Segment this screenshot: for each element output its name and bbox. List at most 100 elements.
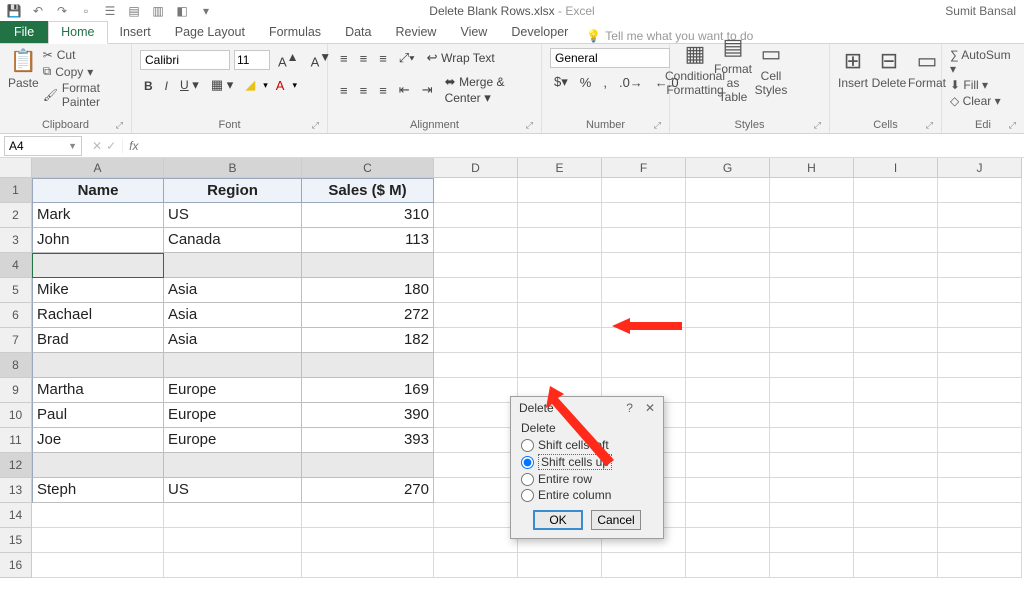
cell[interactable]: Asia [164,278,302,303]
cell[interactable] [686,528,770,553]
cell[interactable] [602,228,686,253]
cell[interactable] [686,328,770,353]
fill-color-button[interactable]: ◢ [241,75,259,95]
cell[interactable] [686,278,770,303]
cell[interactable]: Europe [164,403,302,428]
help-icon[interactable]: ? [626,401,633,415]
cell[interactable] [434,203,518,228]
cell[interactable]: US [164,478,302,503]
tab-file[interactable]: File [0,21,48,43]
cell[interactable]: US [164,203,302,228]
cell[interactable] [164,503,302,528]
cell[interactable] [938,478,1022,503]
merge-center-button[interactable]: ⬌ Merge & Center ▾ [441,72,533,108]
delete-cells-button[interactable]: ⊟Delete [872,48,906,90]
cancel-button[interactable]: Cancel [591,510,641,530]
cell[interactable] [32,553,164,578]
accounting-format-icon[interactable]: $▾ [550,72,572,92]
align-bottom-icon[interactable]: ≡ [375,49,391,68]
indent-increase-icon[interactable]: ⇥ [418,80,437,100]
cell[interactable] [854,353,938,378]
cell[interactable] [770,178,854,203]
cell[interactable] [854,378,938,403]
cell[interactable] [854,453,938,478]
cell[interactable] [686,428,770,453]
cell[interactable] [770,478,854,503]
cell[interactable] [434,403,518,428]
cell[interactable] [686,378,770,403]
cell[interactable] [854,303,938,328]
cell[interactable]: Rachael [32,303,164,328]
cell[interactable]: Joe [32,428,164,453]
cell[interactable]: Mike [32,278,164,303]
cell[interactable] [938,378,1022,403]
tab-formulas[interactable]: Formulas [257,22,333,43]
row-header[interactable]: 5 [0,278,32,303]
autosum-button[interactable]: ∑ AutoSum ▾ [950,48,1016,76]
cell[interactable] [770,303,854,328]
row-header[interactable]: 2 [0,203,32,228]
col-header-C[interactable]: C [302,158,434,178]
cell[interactable] [32,353,164,378]
redo-icon[interactable]: ↷ [54,4,70,18]
cell[interactable] [854,253,938,278]
cell[interactable] [434,303,518,328]
cell[interactable] [518,328,602,353]
cell[interactable]: 113 [302,228,434,253]
ok-button[interactable]: OK [533,510,583,530]
cell[interactable] [434,278,518,303]
cell[interactable] [938,403,1022,428]
cell[interactable] [854,478,938,503]
font-name-select[interactable] [140,50,230,70]
cell[interactable] [770,503,854,528]
cell[interactable] [854,428,938,453]
cell[interactable] [854,553,938,578]
qat-icon[interactable]: ▫ [78,4,94,18]
cell[interactable]: Paul [32,403,164,428]
dialog-titlebar[interactable]: Delete ? ✕ [511,397,663,419]
col-header-D[interactable]: D [434,158,518,178]
cell[interactable] [518,178,602,203]
cell[interactable] [302,253,434,278]
qat-icon[interactable]: ▤ [126,4,142,18]
font-size-select[interactable] [234,50,270,70]
cell[interactable] [938,178,1022,203]
cell[interactable] [770,278,854,303]
tab-insert[interactable]: Insert [108,22,163,43]
cell[interactable] [938,253,1022,278]
qat-icon[interactable]: ☰ [102,4,118,18]
tab-review[interactable]: Review [383,22,448,43]
cell[interactable]: Mark [32,203,164,228]
cell[interactable]: Asia [164,303,302,328]
cell[interactable] [686,178,770,203]
cell[interactable] [854,528,938,553]
cell[interactable] [770,528,854,553]
increase-decimal-icon[interactable]: .0→ [615,73,647,92]
cell[interactable]: 310 [302,203,434,228]
cell[interactable] [686,503,770,528]
row-header[interactable]: 16 [0,553,32,578]
cell[interactable] [434,428,518,453]
radio-option[interactable]: Entire column [521,488,653,502]
cell[interactable] [434,253,518,278]
qat-icon[interactable]: ▾ [198,4,214,18]
cell[interactable] [770,453,854,478]
cell[interactable] [434,478,518,503]
cell[interactable]: John [32,228,164,253]
cell[interactable] [164,453,302,478]
row-header[interactable]: 8 [0,353,32,378]
format-cells-button[interactable]: ▭Format [910,48,944,90]
fx-icon[interactable]: fx [123,139,144,153]
cell-styles-button[interactable]: ▭Cell Styles [754,48,788,90]
enter-formula-icon[interactable]: ✓ [106,139,116,153]
cell[interactable] [302,453,434,478]
name-box[interactable]: A4▼ [4,136,82,156]
cell[interactable] [686,403,770,428]
table-header-cell[interactable]: Name [32,178,164,203]
cell[interactable] [602,203,686,228]
border-button[interactable]: ▦ ▾ [207,75,237,95]
cell[interactable] [434,503,518,528]
cell[interactable]: Canada [164,228,302,253]
cell[interactable] [164,553,302,578]
tab-page-layout[interactable]: Page Layout [163,22,257,43]
